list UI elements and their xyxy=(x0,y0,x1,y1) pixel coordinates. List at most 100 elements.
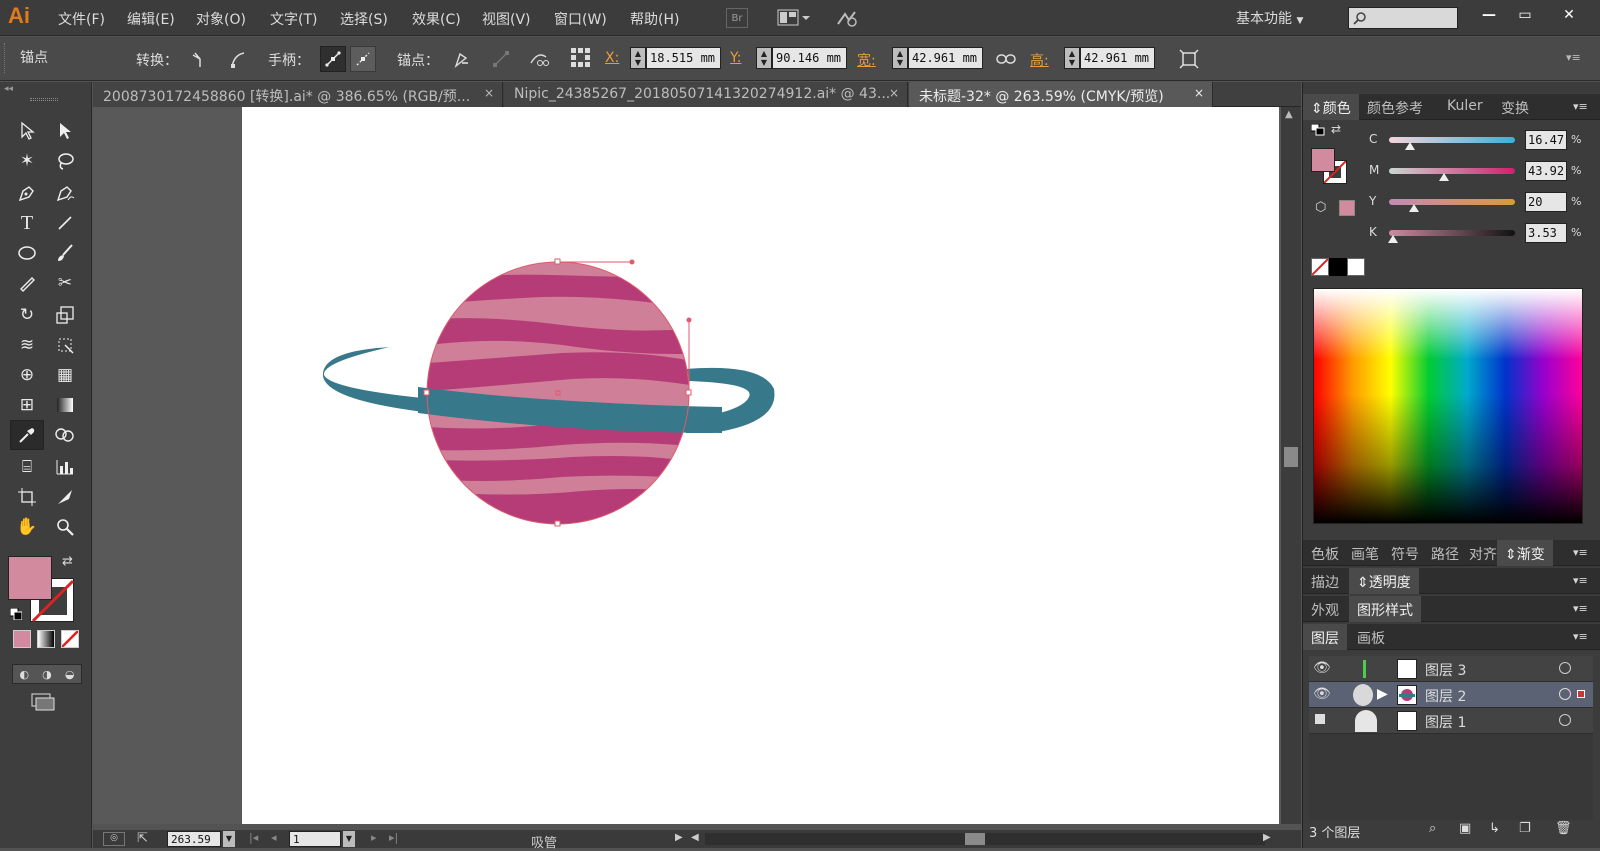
constrain-proportions-icon[interactable] xyxy=(993,46,1019,72)
tab-transform[interactable]: 变换 xyxy=(1493,94,1537,120)
y-coordinate-field[interactable]: 90.146 mm xyxy=(772,47,847,69)
column-graph-tool-icon[interactable] xyxy=(48,452,82,482)
zoom-field[interactable]: 263.59 xyxy=(167,831,221,847)
panel-menu-icon[interactable]: ▾≡ xyxy=(1573,630,1588,643)
artboard-tool-icon[interactable] xyxy=(10,482,44,512)
convert-to-corner-icon[interactable] xyxy=(187,46,213,72)
menu-edit[interactable]: 编辑(E) xyxy=(127,9,175,29)
gradient-mode-icon[interactable] xyxy=(37,630,55,648)
collapse-toolbox-icon[interactable]: ◂◂ xyxy=(4,84,13,94)
channel-value-m[interactable]: 43.92 xyxy=(1525,161,1567,181)
lasso-tool-icon[interactable] xyxy=(48,146,82,176)
tab-color-guide[interactable]: 颜色参考 xyxy=(1359,94,1431,120)
panel-menu-icon[interactable]: ▾≡ xyxy=(1573,100,1588,113)
export-icon[interactable]: ⇱ xyxy=(137,831,148,846)
channel-value-k[interactable]: 3.53 xyxy=(1525,223,1567,243)
remove-anchor-icon[interactable] xyxy=(448,46,474,72)
y-stepper[interactable]: ▲ ▼ xyxy=(756,47,772,69)
channel-value-c[interactable]: 16.47 xyxy=(1525,130,1567,150)
rotate-tool-icon[interactable]: ↻ xyxy=(10,300,44,330)
ring-back-shape[interactable] xyxy=(322,347,432,413)
slider-thumb[interactable] xyxy=(1388,235,1399,243)
draw-behind-icon[interactable]: ◑ xyxy=(42,668,52,681)
convert-to-smooth-icon[interactable] xyxy=(225,46,251,72)
layer-target-icon[interactable] xyxy=(1559,662,1571,674)
next-artboard-icon[interactable]: ▸ xyxy=(371,831,377,844)
tab-kuler[interactable]: Kuler xyxy=(1439,94,1491,120)
layer-name[interactable]: 图层 1 xyxy=(1425,712,1466,732)
tab-brushes[interactable]: 画笔 xyxy=(1343,540,1387,566)
scroll-right-icon[interactable]: ▶ xyxy=(1263,832,1271,843)
close-tab-icon[interactable]: × xyxy=(889,86,899,100)
control-bar-menu-icon[interactable]: ▾≡ xyxy=(1566,51,1581,64)
cut-path-at-anchor-icon[interactable] xyxy=(526,46,552,72)
gradient-tool-icon[interactable] xyxy=(48,390,82,420)
arrange-documents-icon[interactable] xyxy=(776,6,812,30)
help-search-input[interactable] xyxy=(1348,7,1458,29)
white-swatch[interactable] xyxy=(1347,258,1365,276)
type-tool-icon[interactable]: T xyxy=(10,208,44,238)
scale-tool-icon[interactable] xyxy=(48,300,82,330)
hide-handles-icon[interactable] xyxy=(350,46,376,72)
tab-document-3[interactable]: 未标题-32* @ 263.59% (CMYK/预览) × xyxy=(909,82,1213,107)
eye-icon[interactable]: 👁 xyxy=(1313,660,1331,676)
selection-indicator[interactable] xyxy=(1577,690,1585,698)
tab-graphic-styles[interactable]: 图形样式 xyxy=(1349,596,1421,622)
fill-swatch[interactable] xyxy=(8,556,52,600)
menu-file[interactable]: 文件(F) xyxy=(58,9,105,29)
gamut-swatch[interactable] xyxy=(1339,200,1355,216)
bridge-button[interactable]: Br xyxy=(726,8,748,28)
restore-button[interactable]: ▭ xyxy=(1512,4,1538,26)
new-layer-icon[interactable]: ❐ xyxy=(1519,821,1531,836)
menu-window[interactable]: 窗口(W) xyxy=(554,9,607,29)
default-colors-icon[interactable] xyxy=(1310,123,1325,136)
lock-icon[interactable] xyxy=(1315,714,1325,724)
close-tab-icon[interactable]: × xyxy=(1194,86,1204,100)
channel-slider-k[interactable] xyxy=(1389,230,1515,236)
tab-swatches[interactable]: 色板 xyxy=(1303,540,1347,566)
layer-target-icon[interactable] xyxy=(1559,688,1571,700)
menu-select[interactable]: 选择(S) xyxy=(340,9,388,29)
handle-point[interactable] xyxy=(686,317,692,323)
swap-fill-stroke-icon[interactable]: ⇄ xyxy=(62,554,73,569)
status-menu-icon[interactable]: ▶ xyxy=(675,832,683,843)
menu-help[interactable]: 帮助(H) xyxy=(630,9,679,29)
prev-artboard-icon[interactable]: ◂ xyxy=(271,831,277,844)
tab-artboards[interactable]: 画板 xyxy=(1349,624,1393,650)
draw-normal-icon[interactable]: ◐ xyxy=(20,668,30,681)
workspace-switcher[interactable]: 基本功能 ▼ xyxy=(1236,8,1303,28)
ellipse-tool-icon[interactable] xyxy=(10,238,44,268)
tab-document-2[interactable]: Nipic_24385267_20180507141320274912.ai* … xyxy=(504,82,908,107)
layer-name[interactable]: 图层 2 xyxy=(1425,686,1466,706)
close-tab-icon[interactable]: × xyxy=(484,86,494,100)
show-handles-icon[interactable] xyxy=(320,46,346,72)
pencil-tool-icon[interactable] xyxy=(10,268,44,298)
layer-row-2[interactable]: 👁 ▶ 图层 2 xyxy=(1309,682,1593,708)
pen-tool-icon[interactable] xyxy=(10,178,44,208)
direct-selection-tool-icon[interactable] xyxy=(48,116,82,146)
select-similar-icon[interactable] xyxy=(568,45,594,71)
eyedropper-tool-icon[interactable] xyxy=(10,420,44,450)
transform-icon[interactable] xyxy=(1176,46,1202,72)
black-swatch[interactable] xyxy=(1329,258,1347,276)
new-sublayer-icon[interactable]: ↳ xyxy=(1489,821,1500,836)
panel-fill-swatch[interactable] xyxy=(1311,148,1335,172)
zoom-tool-icon[interactable] xyxy=(48,512,82,542)
layers-list-empty-area[interactable] xyxy=(1309,734,1593,820)
slider-thumb[interactable] xyxy=(1404,142,1415,150)
menu-view[interactable]: 视图(V) xyxy=(482,9,531,29)
curvature-tool-icon[interactable] xyxy=(48,178,82,208)
height-stepper[interactable]: ▲ ▼ xyxy=(1064,47,1080,69)
vertical-scrollbar[interactable]: ▲ xyxy=(1281,107,1301,824)
tab-layers[interactable]: 图层 xyxy=(1303,624,1347,650)
swap-colors-icon[interactable]: ⇄ xyxy=(1331,122,1341,136)
panel-grip[interactable] xyxy=(4,43,7,73)
tab-symbols[interactable]: 符号 xyxy=(1383,540,1427,566)
layer-target-icon[interactable] xyxy=(1559,714,1571,726)
artboard[interactable] xyxy=(242,107,1279,824)
layer-row-3[interactable]: 👁 图层 3 xyxy=(1309,656,1593,682)
panel-menu-icon[interactable]: ▾≡ xyxy=(1573,602,1588,615)
panel-menu-icon[interactable]: ▾≡ xyxy=(1573,574,1588,587)
color-mode-icon[interactable] xyxy=(13,630,31,648)
mesh-tool-icon[interactable]: ⊞ xyxy=(10,390,44,420)
